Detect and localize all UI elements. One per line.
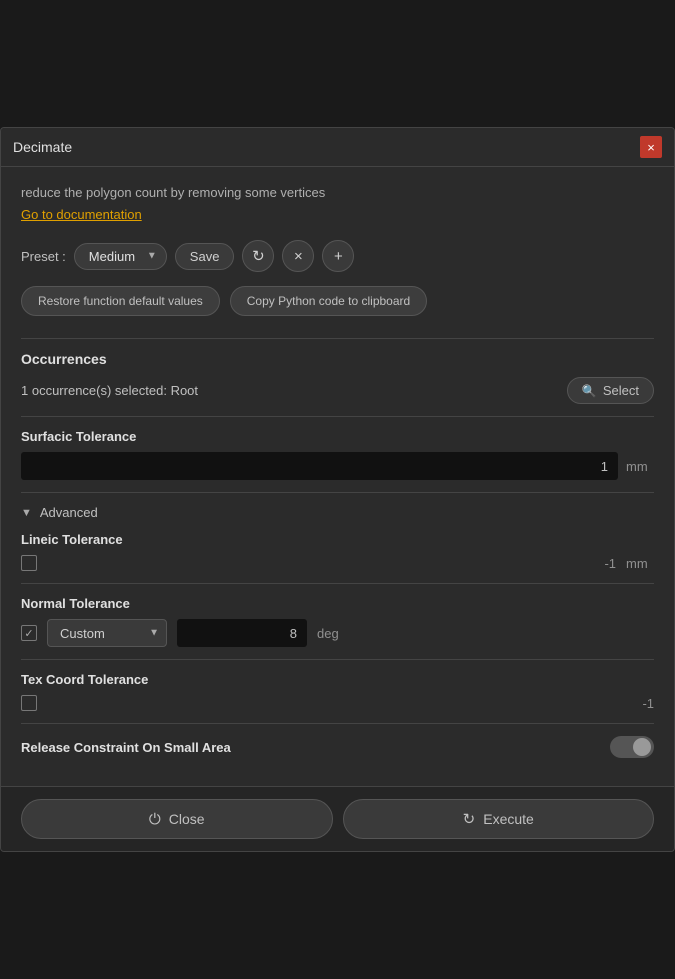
occurrences-text: 1 occurrence(s) selected: Root bbox=[21, 383, 198, 398]
divider-4 bbox=[21, 583, 654, 584]
occurrences-title: Occurrences bbox=[21, 351, 654, 367]
surfacic-slider-row: 1 mm bbox=[21, 452, 654, 480]
check-icon: ✓ bbox=[24, 627, 33, 640]
release-toggle[interactable] bbox=[610, 736, 654, 758]
occurrences-section: Occurrences 1 occurrence(s) selected: Ro… bbox=[21, 351, 654, 404]
normal-dropdown-wrapper: Custom Low Medium High bbox=[47, 619, 167, 647]
divider-2 bbox=[21, 416, 654, 417]
divider-6 bbox=[21, 723, 654, 724]
close-label: Close bbox=[169, 811, 205, 827]
surfacic-unit: mm bbox=[626, 459, 654, 474]
surfacic-slider-track[interactable]: 1 bbox=[21, 452, 618, 480]
execute-refresh-icon: ↻ bbox=[463, 810, 476, 828]
normal-value-track[interactable]: 8 bbox=[177, 619, 307, 647]
release-row: Release Constraint On Small Area bbox=[21, 736, 654, 758]
normal-label: Normal Tolerance bbox=[21, 596, 654, 611]
add-button[interactable]: + bbox=[322, 240, 354, 272]
description-text: reduce the polygon count by removing som… bbox=[21, 185, 654, 200]
chevron-icon: ▼ bbox=[21, 507, 32, 519]
surfacic-section: Surfacic Tolerance 1 mm bbox=[21, 429, 654, 480]
lineic-unit: mm bbox=[626, 556, 654, 571]
dialog-content: reduce the polygon count by removing som… bbox=[1, 167, 674, 786]
occurrences-row: 1 occurrence(s) selected: Root 🔍 Select bbox=[21, 377, 654, 404]
title-bar: Decimate × bbox=[1, 128, 674, 167]
dialog-footer: ⏻ Close ↻ Execute bbox=[1, 786, 674, 851]
save-button[interactable]: Save bbox=[175, 243, 235, 270]
texcoord-section: Tex Coord Tolerance -1 bbox=[21, 672, 654, 711]
normal-section: Normal Tolerance ✓ Custom Low Medium Hig… bbox=[21, 596, 654, 647]
normal-value: 8 bbox=[290, 626, 297, 641]
restore-button[interactable]: Restore function default values bbox=[21, 286, 220, 316]
lineic-label: Lineic Tolerance bbox=[21, 532, 654, 547]
surfacic-label: Surfacic Tolerance bbox=[21, 429, 654, 444]
refresh-button[interactable]: ↻ bbox=[242, 240, 274, 272]
preset-select-wrapper: Low Medium High Custom bbox=[74, 243, 167, 270]
advanced-toggle[interactable]: ▼ Advanced bbox=[21, 505, 654, 520]
remove-button[interactable]: × bbox=[282, 240, 314, 272]
divider-5 bbox=[21, 659, 654, 660]
select-label: Select bbox=[603, 383, 639, 398]
actions-row: Restore function default values Copy Pyt… bbox=[21, 286, 654, 316]
divider-1 bbox=[21, 338, 654, 339]
texcoord-checkbox[interactable] bbox=[21, 695, 37, 711]
close-button[interactable]: ⏻ Close bbox=[21, 799, 333, 839]
surfacic-value: 1 bbox=[601, 459, 608, 474]
normal-checkbox[interactable]: ✓ bbox=[21, 625, 37, 641]
select-button[interactable]: 🔍 Select bbox=[567, 377, 654, 404]
execute-button[interactable]: ↻ Execute bbox=[343, 799, 655, 839]
normal-row: ✓ Custom Low Medium High 8 deg bbox=[21, 619, 654, 647]
normal-unit: deg bbox=[317, 626, 345, 641]
lineic-row: -1 mm bbox=[21, 555, 654, 571]
divider-3 bbox=[21, 492, 654, 493]
doc-link[interactable]: Go to documentation bbox=[21, 207, 142, 222]
dialog-decimate: Decimate × reduce the polygon count by r… bbox=[0, 127, 675, 852]
lineic-value: -1 bbox=[604, 556, 616, 571]
preset-select[interactable]: Low Medium High Custom bbox=[74, 243, 167, 270]
texcoord-row: -1 bbox=[21, 695, 654, 711]
search-icon: 🔍 bbox=[582, 384, 597, 398]
texcoord-value: -1 bbox=[642, 696, 654, 711]
copy-button[interactable]: Copy Python code to clipboard bbox=[230, 286, 427, 316]
advanced-label: Advanced bbox=[40, 505, 98, 520]
release-label: Release Constraint On Small Area bbox=[21, 740, 231, 755]
preset-label: Preset : bbox=[21, 249, 66, 264]
preset-row: Preset : Low Medium High Custom Save ↻ ×… bbox=[21, 240, 654, 272]
lineic-checkbox[interactable] bbox=[21, 555, 37, 571]
toggle-knob bbox=[633, 738, 651, 756]
execute-label: Execute bbox=[483, 811, 534, 827]
power-icon: ⏻ bbox=[149, 811, 161, 828]
texcoord-label: Tex Coord Tolerance bbox=[21, 672, 654, 687]
title-close-button[interactable]: × bbox=[640, 136, 662, 158]
lineic-section: Lineic Tolerance -1 mm bbox=[21, 532, 654, 571]
dialog-title: Decimate bbox=[13, 139, 72, 155]
normal-dropdown[interactable]: Custom Low Medium High bbox=[47, 619, 167, 647]
